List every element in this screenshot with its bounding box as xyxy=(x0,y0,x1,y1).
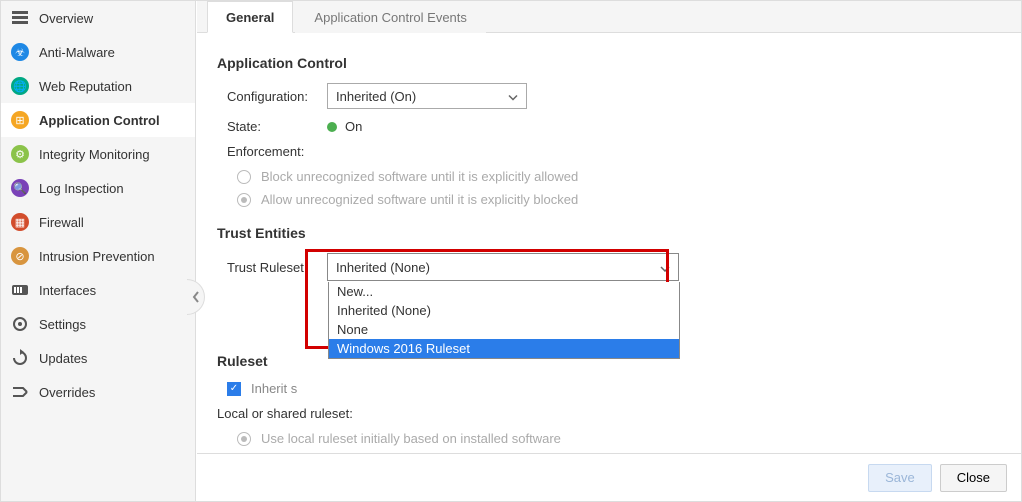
sidebar-item-label: Overrides xyxy=(39,385,95,400)
sidebar-item-intrusion[interactable]: ⊘ Intrusion Prevention xyxy=(1,239,195,273)
sidebar-item-webreputation[interactable]: 🌐 Web Reputation xyxy=(1,69,195,103)
overview-icon xyxy=(11,9,29,27)
sidebar-item-label: Application Control xyxy=(39,113,160,128)
app-control-icon: ⊞ xyxy=(11,111,29,129)
biohazard-icon: ☣ xyxy=(11,43,29,61)
allow-option-label: Allow unrecognized software until it is … xyxy=(261,192,578,207)
footer: Save Close xyxy=(197,453,1021,501)
tabs: General Application Control Events xyxy=(197,1,1021,33)
use-local-label: Use local ruleset initially based on ins… xyxy=(261,431,561,446)
refresh-icon xyxy=(11,349,29,367)
search-icon: 🔍 xyxy=(11,179,29,197)
local-shared-label-start: Local or share xyxy=(217,406,299,421)
sidebar-item-label: Intrusion Prevention xyxy=(39,249,155,264)
sidebar: Overview ☣ Anti-Malware 🌐 Web Reputation… xyxy=(1,1,196,501)
interfaces-icon xyxy=(11,281,29,299)
gear-icon xyxy=(11,315,29,333)
sidebar-item-integrity[interactable]: ⚙ Integrity Monitoring xyxy=(1,137,195,171)
sidebar-item-label: Interfaces xyxy=(39,283,96,298)
sidebar-item-overrides[interactable]: Overrides xyxy=(1,375,195,409)
trust-ruleset-label: Trust Ruleset: xyxy=(227,260,327,275)
sidebar-item-antimalware[interactable]: ☣ Anti-Malware xyxy=(1,35,195,69)
allow-radio xyxy=(237,193,251,207)
close-button[interactable]: Close xyxy=(940,464,1007,492)
trust-ruleset-value: Inherited (None) xyxy=(336,260,430,275)
main-panel: General Application Control Events Appli… xyxy=(197,1,1021,501)
local-shared-label-end: d ruleset: xyxy=(299,406,352,421)
config-select-value: Inherited (On) xyxy=(336,89,416,104)
dd-item-new[interactable]: New... xyxy=(329,282,679,301)
config-select[interactable]: Inherited (On) xyxy=(327,83,527,109)
use-local-radio xyxy=(237,432,251,446)
sidebar-item-label: Overview xyxy=(39,11,93,26)
sidebar-item-appcontrol[interactable]: ⊞ Application Control xyxy=(1,103,195,137)
sidebar-item-label: Integrity Monitoring xyxy=(39,147,150,162)
sidebar-item-label: Settings xyxy=(39,317,86,332)
dd-item-none[interactable]: None xyxy=(329,320,679,339)
chevron-down-icon xyxy=(660,260,670,275)
sidebar-item-loginspection[interactable]: 🔍 Log Inspection xyxy=(1,171,195,205)
sidebar-item-updates[interactable]: Updates xyxy=(1,341,195,375)
sidebar-item-label: Updates xyxy=(39,351,87,366)
sidebar-item-label: Anti-Malware xyxy=(39,45,115,60)
trust-ruleset-select[interactable]: Inherited (None) New... Inherited (None)… xyxy=(327,253,679,281)
sidebar-item-interfaces[interactable]: Interfaces xyxy=(1,273,195,307)
state-label: State: xyxy=(227,119,327,134)
sidebar-item-label: Web Reputation xyxy=(39,79,132,94)
sidebar-item-settings[interactable]: Settings xyxy=(1,307,195,341)
sidebar-item-firewall[interactable]: ▦ Firewall xyxy=(1,205,195,239)
app-control-heading: Application Control xyxy=(217,55,1001,71)
sidebar-item-label: Firewall xyxy=(39,215,84,230)
state-indicator-icon xyxy=(327,122,337,132)
trust-ruleset-dropdown: New... Inherited (None) None Windows 201… xyxy=(328,282,680,359)
trust-heading: Trust Entities xyxy=(217,225,1001,241)
block-option-label: Block unrecognized software until it is … xyxy=(261,169,578,184)
save-button[interactable]: Save xyxy=(868,464,932,492)
enforcement-label: Enforcement: xyxy=(227,144,304,159)
integrity-icon: ⚙ xyxy=(11,145,29,163)
sidebar-item-label: Log Inspection xyxy=(39,181,124,196)
intrusion-icon: ⊘ xyxy=(11,247,29,265)
dd-item-windows[interactable]: Windows 2016 Ruleset xyxy=(329,339,679,358)
firewall-icon: ▦ xyxy=(11,213,29,231)
inherit-checkbox[interactable]: ✓ xyxy=(227,382,241,396)
tab-general[interactable]: General xyxy=(207,1,293,33)
inherit-label: Inherit s xyxy=(251,381,297,396)
block-radio xyxy=(237,170,251,184)
config-label: Configuration: xyxy=(227,89,327,104)
state-value: On xyxy=(345,119,362,134)
chevron-down-icon xyxy=(508,89,518,104)
tab-events[interactable]: Application Control Events xyxy=(295,1,485,33)
sidebar-item-overview[interactable]: Overview xyxy=(1,1,195,35)
dd-item-inherited[interactable]: Inherited (None) xyxy=(329,301,679,320)
shuffle-icon xyxy=(11,383,29,401)
globe-icon: 🌐 xyxy=(11,77,29,95)
